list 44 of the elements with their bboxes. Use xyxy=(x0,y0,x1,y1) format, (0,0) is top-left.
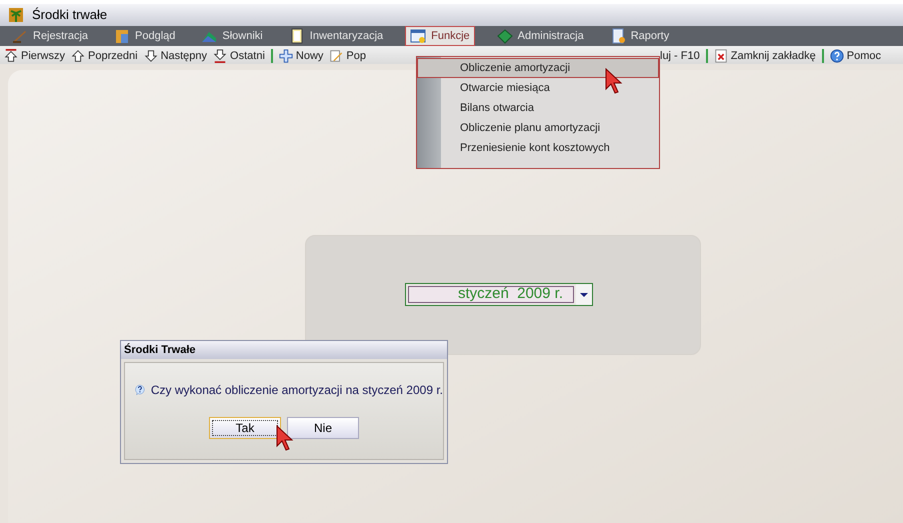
toolbar-button[interactable]: Pop xyxy=(329,48,366,64)
menu-item[interactable]: Słowniki xyxy=(197,26,267,46)
toolbar-button[interactable]: luj - F10 xyxy=(660,48,700,64)
pen-icon xyxy=(12,28,28,44)
help-icon xyxy=(830,49,844,63)
edit-icon xyxy=(329,49,344,63)
menu-item[interactable]: Podgląd xyxy=(110,26,180,46)
menu-item[interactable]: Administracja xyxy=(492,26,588,46)
mouse-pointer-icon xyxy=(605,68,623,94)
menu-item[interactable]: Rejestracja xyxy=(8,26,92,46)
dialog-message: Czy wykonać obliczenie amortyzacji na styczeń 2009 r. xyxy=(150,382,443,399)
menu-option[interactable]: Obliczenie planu amortyzacji xyxy=(441,118,659,138)
plus-icon xyxy=(278,49,293,63)
dialog-button[interactable]: Tak xyxy=(209,417,281,439)
palm-icon xyxy=(8,7,24,23)
doc-icon xyxy=(288,28,305,44)
mouse-pointer-icon xyxy=(276,425,294,451)
toolbar-button[interactable]: Pierwszy xyxy=(4,48,66,64)
gem-icon xyxy=(496,28,513,44)
menu-option[interactable]: Bilans otwarcia xyxy=(441,98,659,118)
menu-item[interactable]: Raporty xyxy=(606,26,674,46)
arrow-down-icon xyxy=(144,49,158,63)
menu-option[interactable]: Obliczenie amortyzacji xyxy=(417,58,659,78)
month-select[interactable]: styczeń 2009 r. xyxy=(405,283,593,306)
toolbar-button[interactable]: Ostatni xyxy=(213,48,265,64)
toolbar-button[interactable]: Nowy xyxy=(278,48,324,64)
menu-item[interactable]: Inwentaryzacja xyxy=(284,26,388,46)
toolbar-button[interactable]: Zamknij zakładkę xyxy=(714,48,816,64)
clipboard-icon xyxy=(114,28,130,44)
menu-option[interactable]: Przeniesienie kont kosztowych xyxy=(441,138,659,158)
arrow-down-icon xyxy=(213,49,228,63)
toolbar-button[interactable]: Następny xyxy=(144,48,208,64)
window-title: Środki trwałe xyxy=(32,6,108,24)
dialog-title: Środki Trwałe xyxy=(121,341,447,359)
report-icon xyxy=(610,28,626,44)
menu-option[interactable]: Otwarcie miesiąca xyxy=(441,78,659,98)
arrow-up-icon xyxy=(4,49,18,63)
dialog-button[interactable]: Nie xyxy=(287,417,359,439)
toolbar-button[interactable]: Pomoc xyxy=(830,48,881,64)
close-icon xyxy=(714,49,728,63)
toolbar-button[interactable]: Poprzedni xyxy=(71,48,138,64)
window-icon xyxy=(410,28,426,44)
arrow-up-icon xyxy=(71,49,86,63)
menu-item[interactable]: Funkcje xyxy=(405,26,475,46)
